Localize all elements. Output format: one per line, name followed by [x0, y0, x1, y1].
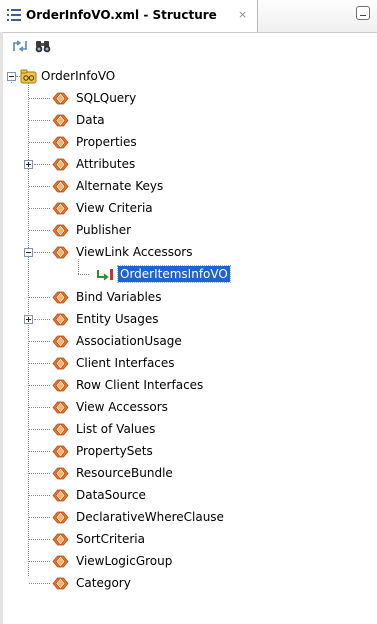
- tree-node-label: Bind Variables: [76, 289, 162, 304]
- tree-node-attributes[interactable]: Attributes: [0, 155, 377, 175]
- xml-element-icon: [52, 224, 69, 237]
- xml-element-icon: [52, 357, 69, 369]
- tree-node-label: Entity Usages: [76, 311, 159, 326]
- structure-tab[interactable]: OrderInfoVO.xml - Structure ×: [0, 0, 258, 32]
- editor-tab-bar: OrderInfoVO.xml - Structure ×: [0, 0, 377, 33]
- tree-node-declarativewhereclause[interactable]: DeclarativeWhereClause: [0, 508, 377, 528]
- tree-node-resourcebundle[interactable]: ResourceBundle: [0, 464, 377, 484]
- collapse-toggle-icon[interactable]: [24, 248, 33, 258]
- tree-node-data[interactable]: Data: [0, 111, 377, 131]
- tree-node-view-criteria[interactable]: View Criteria: [0, 199, 377, 219]
- xml-element-icon: [52, 467, 69, 480]
- tree-node-label: SortCriteria: [76, 532, 145, 547]
- tree-node-label: List of Values: [76, 421, 156, 436]
- find-binoculars-icon[interactable]: [34, 38, 52, 54]
- structure-toolbar: [3, 33, 377, 59]
- xml-element-icon: [52, 577, 69, 590]
- xml-element-icon: [52, 92, 69, 105]
- tree-node-label: Alternate Keys: [76, 179, 164, 194]
- tree-node-label: Data: [76, 113, 105, 128]
- tree-node-label: View Criteria: [76, 201, 153, 216]
- tree-node-label: Row Client Interfaces: [76, 377, 204, 392]
- xml-element-icon: [52, 247, 69, 259]
- xml-element-icon: [52, 511, 69, 524]
- close-tab-icon[interactable]: ×: [238, 8, 247, 21]
- xml-element-icon: [52, 136, 69, 149]
- tree-node-root[interactable]: OrderInfoVO: [0, 67, 377, 87]
- tree-node-publisher[interactable]: Publisher: [0, 221, 377, 241]
- tree-node-bind-variables[interactable]: Bind Variables: [0, 288, 377, 308]
- tree-node-properties[interactable]: Properties: [0, 133, 377, 153]
- tree-node-label: OrderInfoVO: [41, 69, 116, 83]
- xml-element-icon: [52, 202, 69, 215]
- xml-element-icon: [52, 158, 69, 171]
- expand-toggle-icon[interactable]: [24, 160, 33, 170]
- xml-element-icon: [52, 401, 69, 414]
- sync-with-editor-icon[interactable]: [11, 38, 29, 54]
- tab-title: OrderInfoVO.xml - Structure: [26, 8, 217, 22]
- tree-node-label: PropertySets: [76, 443, 153, 458]
- tree-node-label: ViewLink Accessors: [76, 245, 193, 260]
- xml-element-icon: [52, 445, 69, 458]
- tree-node-client-interfaces[interactable]: Client Interfaces: [0, 354, 377, 374]
- tree-node-label: Publisher: [76, 223, 132, 238]
- tree-node-sqlquery[interactable]: SQLQuery: [0, 89, 377, 109]
- expand-toggle-icon[interactable]: [24, 314, 33, 324]
- tree-node-label: Properties: [76, 135, 137, 150]
- xml-element-icon: [52, 533, 69, 546]
- tree-node-label: OrderItemsInfoVO: [117, 265, 231, 284]
- tree-node-datasource[interactable]: DataSource: [0, 486, 377, 506]
- tree-node-viewlogicgroup[interactable]: ViewLogicGroup: [0, 552, 377, 572]
- tree-node-category[interactable]: Category: [0, 574, 377, 594]
- tree-node-viewlink-accessors[interactable]: ViewLink Accessors: [0, 243, 377, 263]
- view-object-icon: [20, 69, 37, 84]
- structure-list-icon: [7, 9, 21, 21]
- collapse-toggle-icon[interactable]: [7, 72, 16, 81]
- tree-node-label: SQLQuery: [76, 91, 137, 106]
- xml-element-icon: [52, 423, 69, 436]
- tree-node-label: Client Interfaces: [76, 355, 175, 370]
- xml-element-icon: [52, 379, 69, 392]
- xml-element-icon: [52, 489, 69, 502]
- tree-node-row-client-interfaces[interactable]: Row Client Interfaces: [0, 376, 377, 396]
- tree-node-label: View Accessors: [76, 399, 168, 414]
- tree-node-view-accessors[interactable]: View Accessors: [0, 398, 377, 418]
- xml-element-icon: [52, 180, 69, 193]
- tree-node-list-of-values[interactable]: List of Values: [0, 420, 377, 440]
- structure-tree: OrderInfoVO SQLQuery Data Properties Att…: [0, 60, 377, 624]
- tree-node-label: DataSource: [76, 487, 146, 502]
- minimize-button[interactable]: [356, 6, 370, 20]
- tree-node-propertysets[interactable]: PropertySets: [0, 442, 377, 462]
- tree-node-alternate-keys[interactable]: Alternate Keys: [0, 177, 377, 197]
- tree-node-label: AssociationUsage: [76, 333, 182, 348]
- tree-node-label: ResourceBundle: [76, 465, 173, 480]
- tree-node-sortcriteria[interactable]: SortCriteria: [0, 530, 377, 550]
- xml-element-icon: [52, 335, 69, 347]
- view-link-icon: [97, 269, 113, 281]
- tree-node-orderitemsinfovo[interactable]: OrderItemsInfoVO: [0, 265, 377, 285]
- xml-element-icon: [52, 291, 69, 303]
- tree-node-entity-usages[interactable]: Entity Usages: [0, 310, 377, 330]
- xml-element-icon: [52, 555, 69, 568]
- xml-element-icon: [52, 313, 69, 325]
- tree-node-label: DeclarativeWhereClause: [76, 510, 224, 524]
- xml-element-icon: [52, 114, 69, 127]
- tree-node-label: Category: [76, 576, 131, 591]
- tree-node-associationusage[interactable]: AssociationUsage: [0, 332, 377, 352]
- tree-node-label: Attributes: [76, 157, 136, 172]
- tree-node-label: ViewLogicGroup: [76, 554, 173, 569]
